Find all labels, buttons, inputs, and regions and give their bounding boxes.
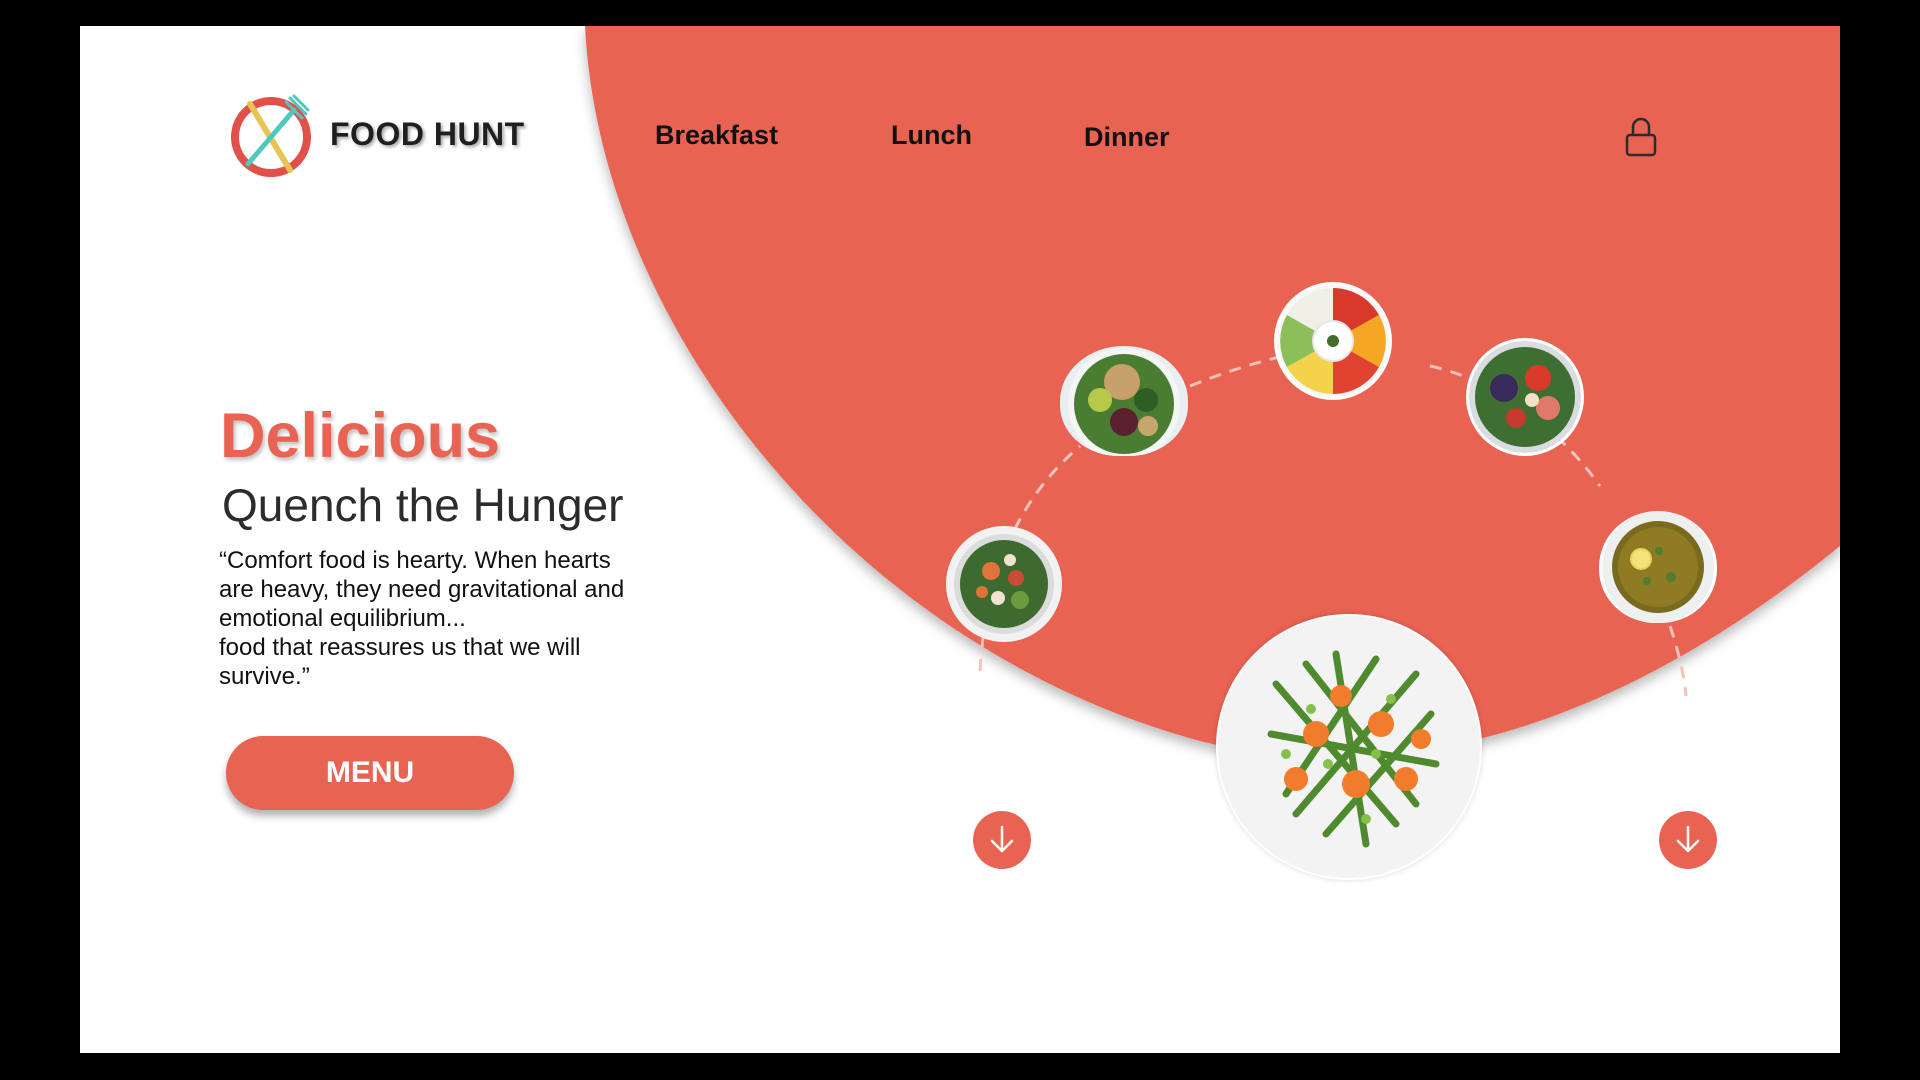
arrow-down-button-left[interactable] xyxy=(973,811,1031,869)
arrow-down-button-right[interactable] xyxy=(1659,811,1717,869)
dish-veggie-dip-platter[interactable] xyxy=(1274,282,1392,400)
arrow-down-icon xyxy=(1676,825,1700,853)
grain-salad-image xyxy=(1068,348,1180,456)
salad-image xyxy=(954,534,1054,634)
veggie-platter-image xyxy=(1277,285,1389,397)
dish-salad-bowl-1[interactable] xyxy=(946,526,1062,642)
dish-grain-salad-bowl[interactable] xyxy=(1060,346,1188,456)
lentil-soup-image xyxy=(1602,511,1714,623)
carousel-arc xyxy=(978,346,1688,697)
berry-salad-image xyxy=(1469,341,1581,453)
dish-berry-salad-bowl[interactable] xyxy=(1466,338,1584,456)
green-beans-image xyxy=(1218,616,1480,878)
landing-page: FOOD HUNT Breakfast Lunch Dinner Delicio… xyxy=(80,26,1840,1053)
arrow-down-icon xyxy=(990,825,1014,853)
dish-green-beans-carrots-plate[interactable] xyxy=(1216,614,1482,880)
dish-lentil-soup-bowl[interactable] xyxy=(1599,511,1717,623)
